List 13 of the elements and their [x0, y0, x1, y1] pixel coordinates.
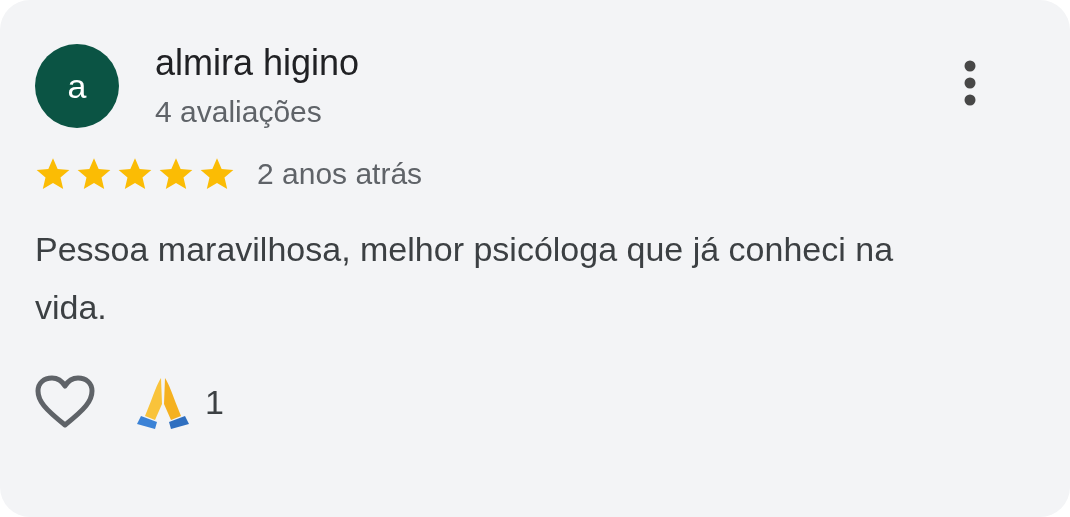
author-name[interactable]: almira higino — [155, 40, 964, 86]
star-icon — [117, 156, 153, 192]
star-icon — [199, 156, 235, 192]
star-icon — [76, 156, 112, 192]
heart-icon[interactable] — [35, 375, 95, 429]
review-time: 2 anos atrás — [257, 157, 423, 191]
review-text: Pessoa maravilhosa, melhor psicóloga que já conheci na vida. — [35, 229, 895, 328]
more-options-icon[interactable] — [964, 60, 976, 106]
avatar: a — [35, 44, 119, 128]
reaction-count: 1 — [205, 382, 224, 422]
star-icon — [35, 156, 71, 192]
star-icon — [158, 156, 194, 192]
review-count: 4 avaliações — [155, 94, 323, 130]
